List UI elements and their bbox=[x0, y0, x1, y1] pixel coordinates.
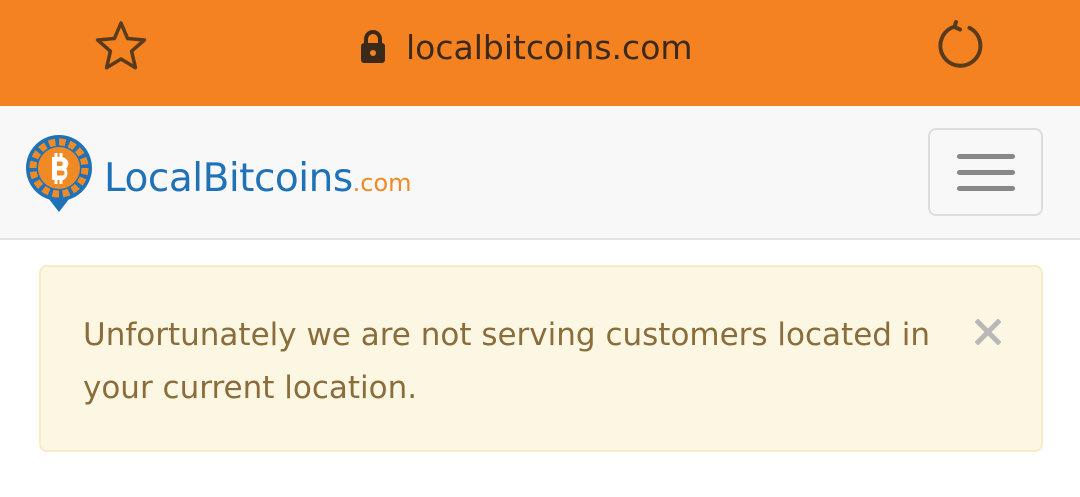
brand-link[interactable]: LocalBitcoins.com bbox=[24, 132, 412, 218]
site-navbar: LocalBitcoins.com bbox=[0, 106, 1080, 240]
brand-name-text: LocalBitcoins bbox=[104, 155, 353, 201]
brand-wordmark: LocalBitcoins.com bbox=[104, 156, 412, 201]
reload-button[interactable] bbox=[930, 14, 992, 76]
alert-message: Unfortunately we are not serving custome… bbox=[83, 317, 931, 406]
location-warning-alert: Unfortunately we are not serving custome… bbox=[39, 265, 1043, 452]
url-text: localbitcoins.com bbox=[406, 27, 693, 67]
brand-tld-text: .com bbox=[352, 168, 412, 197]
alert-close-button[interactable] bbox=[971, 315, 1005, 349]
lock-icon bbox=[361, 30, 385, 63]
browser-toolbar: localbitcoins.com bbox=[0, 0, 1080, 106]
localbitcoins-logo-icon bbox=[26, 135, 92, 212]
close-icon bbox=[975, 319, 1001, 345]
hamburger-icon-bar bbox=[956, 169, 1015, 175]
hamburger-icon-bar bbox=[956, 185, 1015, 191]
star-icon bbox=[95, 21, 147, 70]
reload-icon bbox=[938, 20, 983, 68]
address-bar[interactable]: localbitcoins.com bbox=[360, 20, 693, 74]
menu-toggle-button[interactable] bbox=[928, 128, 1043, 216]
hamburger-icon bbox=[956, 153, 1015, 159]
bookmark-button[interactable] bbox=[90, 16, 152, 78]
